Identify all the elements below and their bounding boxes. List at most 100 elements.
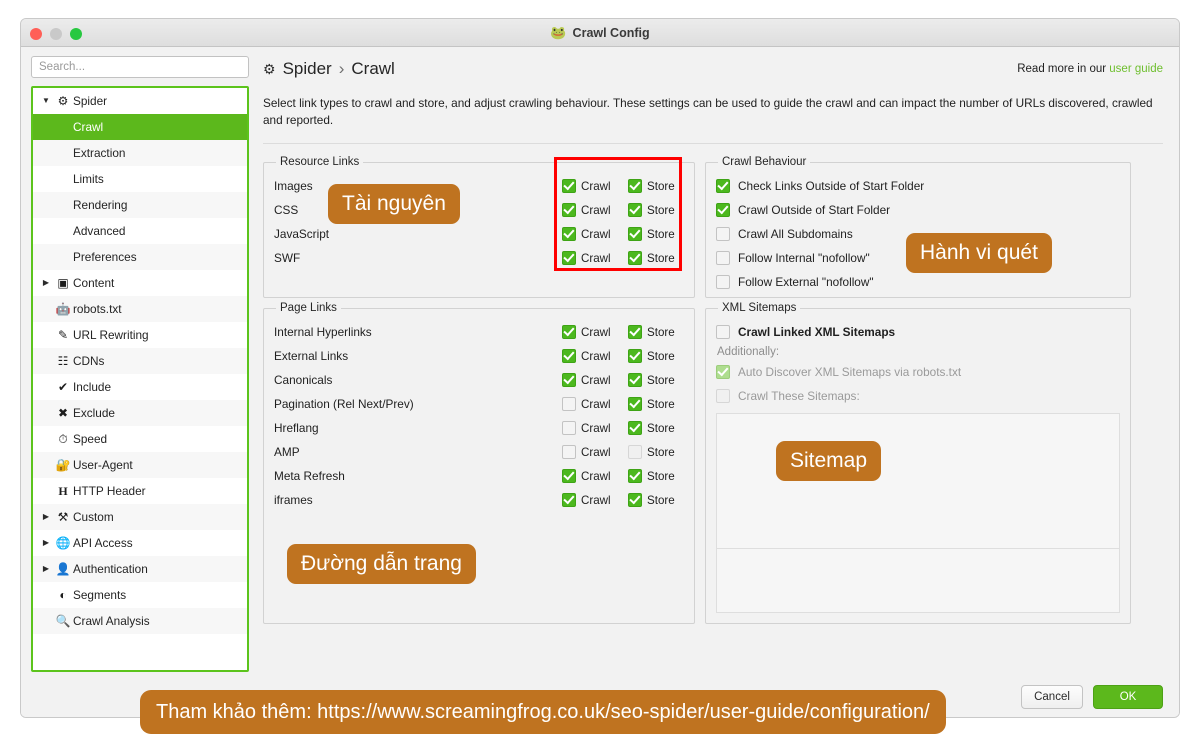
- checkbox-unchecked-icon[interactable]: [716, 227, 730, 241]
- sidebar-item-spider[interactable]: ▼ ⚙ Spider: [33, 88, 247, 114]
- checkbox-follow-external-nofollow[interactable]: Follow External "nofollow": [716, 270, 1120, 294]
- chevron-right-icon[interactable]: ▶: [39, 279, 53, 287]
- chevron-right-icon[interactable]: ▶: [39, 565, 53, 573]
- checkbox-checked-icon[interactable]: [562, 325, 576, 339]
- sidebar-tree[interactable]: ▼ ⚙ Spider Crawl Extraction Limits Rende…: [31, 86, 249, 672]
- search-input[interactable]: [31, 56, 249, 78]
- checkbox-crawl-outside-start-folder[interactable]: Crawl Outside of Start Folder: [716, 198, 1120, 222]
- checkbox-checked-icon[interactable]: [628, 251, 642, 265]
- minimize-button[interactable]: [50, 28, 62, 40]
- checkbox-unchecked-icon[interactable]: [716, 325, 730, 339]
- checkbox-checked-icon[interactable]: [628, 421, 642, 435]
- checkbox-checked-icon[interactable]: [562, 493, 576, 507]
- chevron-down-icon[interactable]: ▼: [39, 97, 53, 105]
- sidebar-item-crawl[interactable]: Crawl: [33, 114, 247, 140]
- sidebar-item-label: URL Rewriting: [73, 328, 149, 342]
- store-checkbox-swf[interactable]: Store: [628, 251, 684, 265]
- close-button[interactable]: [30, 28, 42, 40]
- sidebar-item-user-agent[interactable]: 🔐 User-Agent: [33, 452, 247, 478]
- checkbox-check-links-outside-start-folder[interactable]: Check Links Outside of Start Folder: [716, 174, 1120, 198]
- store-checkbox-images[interactable]: Store: [628, 179, 684, 193]
- sidebar-item-include[interactable]: ✔︎ Include: [33, 374, 247, 400]
- sidebar-item-crawl-analysis[interactable]: 🔍 Crawl Analysis: [33, 608, 247, 634]
- crawl-checkbox-amp[interactable]: Crawl: [562, 445, 618, 459]
- checkbox-checked-icon[interactable]: [562, 349, 576, 363]
- checkbox-checked-icon[interactable]: [562, 251, 576, 265]
- checkbox-unchecked-icon[interactable]: [562, 445, 576, 459]
- store-checkbox-hreflang[interactable]: Store: [628, 421, 684, 435]
- checkbox-checked-icon[interactable]: [562, 373, 576, 387]
- store-checkbox-css[interactable]: Store: [628, 203, 684, 217]
- chevron-right-icon[interactable]: ▶: [39, 539, 53, 547]
- user-guide-link[interactable]: user guide: [1109, 63, 1163, 75]
- sidebar-item-preferences[interactable]: Preferences: [33, 244, 247, 270]
- crawl-checkbox-external-links[interactable]: Crawl: [562, 349, 618, 363]
- crawl-checkbox-meta-refresh[interactable]: Crawl: [562, 469, 618, 483]
- crawl-checkbox-images[interactable]: Crawl: [562, 179, 618, 193]
- checkbox-checked-icon[interactable]: [628, 373, 642, 387]
- checkbox-crawl-linked-xml-sitemaps[interactable]: Crawl Linked XML Sitemaps: [716, 320, 1120, 344]
- sidebar-item-http-header[interactable]: H HTTP Header: [33, 478, 247, 504]
- checkbox-checked-icon[interactable]: [562, 179, 576, 193]
- checkbox-checked-icon[interactable]: [628, 469, 642, 483]
- store-checkbox-internal-hyperlinks[interactable]: Store: [628, 325, 684, 339]
- zoom-button[interactable]: [70, 28, 82, 40]
- sidebar-item-rendering[interactable]: Rendering: [33, 192, 247, 218]
- crawl-checkbox-swf[interactable]: Crawl: [562, 251, 618, 265]
- sidebar-item-limits[interactable]: Limits: [33, 166, 247, 192]
- sidebar-item-speed[interactable]: ⏱ Speed: [33, 426, 247, 452]
- sidebar-item-url-rewriting[interactable]: ✎ URL Rewriting: [33, 322, 247, 348]
- checkbox-unchecked-icon[interactable]: [628, 445, 642, 459]
- store-checkbox-javascript[interactable]: Store: [628, 227, 684, 241]
- store-checkbox-meta-refresh[interactable]: Store: [628, 469, 684, 483]
- crawl-checkbox-css[interactable]: Crawl: [562, 203, 618, 217]
- sidebar-item-custom[interactable]: ▶ ⚒ Custom: [33, 504, 247, 530]
- checkbox-auto-discover-xml-sitemaps[interactable]: Auto Discover XML Sitemaps via robots.tx…: [716, 360, 1120, 384]
- checkbox-checked-icon[interactable]: [562, 227, 576, 241]
- checkbox-checked-icon[interactable]: [628, 325, 642, 339]
- store-checkbox-pagination[interactable]: Store: [628, 397, 684, 411]
- crawl-checkbox-canonicals[interactable]: Crawl: [562, 373, 618, 387]
- sidebar-item-cdns[interactable]: ☷ CDNs: [33, 348, 247, 374]
- checkbox-crawl-these-sitemaps[interactable]: Crawl These Sitemaps:: [716, 384, 1120, 408]
- sidebar-item-api-access[interactable]: ▶ 🌐 API Access: [33, 530, 247, 556]
- crawl-checkbox-hreflang[interactable]: Crawl: [562, 421, 618, 435]
- store-checkbox-iframes[interactable]: Store: [628, 493, 684, 507]
- checkbox-checked-icon[interactable]: [562, 203, 576, 217]
- sidebar-item-content[interactable]: ▶ ▣ Content: [33, 270, 247, 296]
- checkbox-checked-icon[interactable]: [628, 203, 642, 217]
- crawl-checkbox-pagination[interactable]: Crawl: [562, 397, 618, 411]
- checkbox-checked-icon[interactable]: [628, 227, 642, 241]
- checkbox-checked-icon[interactable]: [628, 349, 642, 363]
- checkbox-checked-icon[interactable]: [628, 397, 642, 411]
- sidebar-item-exclude[interactable]: ✖ Exclude: [33, 400, 247, 426]
- checkbox-unchecked-icon[interactable]: [562, 397, 576, 411]
- checkbox-checked-icon[interactable]: [562, 469, 576, 483]
- store-checkbox-canonicals[interactable]: Store: [628, 373, 684, 387]
- checkbox-checked-icon[interactable]: [716, 179, 730, 193]
- cancel-button[interactable]: Cancel: [1021, 685, 1083, 709]
- window-controls[interactable]: [30, 28, 82, 40]
- breadcrumb-root[interactable]: Spider: [283, 59, 332, 79]
- crawl-checkbox-iframes[interactable]: Crawl: [562, 493, 618, 507]
- checkbox-unchecked-icon[interactable]: [716, 275, 730, 289]
- sidebar-item-segments[interactable]: ◐ Segments: [33, 582, 247, 608]
- sidebar-item-advanced[interactable]: Advanced: [33, 218, 247, 244]
- checkbox-checked-icon[interactable]: [628, 179, 642, 193]
- checkbox-unchecked-icon[interactable]: [562, 421, 576, 435]
- store-checkbox-amp[interactable]: Store: [628, 445, 684, 459]
- crawl-checkbox-javascript[interactable]: Crawl: [562, 227, 618, 241]
- crawl-checkbox-internal-hyperlinks[interactable]: Crawl: [562, 325, 618, 339]
- checkbox-unchecked-icon[interactable]: [716, 251, 730, 265]
- chevron-right-icon[interactable]: ▶: [39, 513, 53, 521]
- ok-button[interactable]: OK: [1093, 685, 1163, 709]
- sidebar-item-robots-txt[interactable]: 🤖 robots.txt: [33, 296, 247, 322]
- checkbox-checked-icon[interactable]: [628, 493, 642, 507]
- sitemap-list[interactable]: [716, 413, 1120, 613]
- checkbox-checked-icon[interactable]: [716, 203, 730, 217]
- checkbox-unchecked-icon[interactable]: [716, 389, 730, 403]
- sidebar-item-extraction[interactable]: Extraction: [33, 140, 247, 166]
- sidebar-item-authentication[interactable]: ▶ 👤 Authentication: [33, 556, 247, 582]
- store-checkbox-external-links[interactable]: Store: [628, 349, 684, 363]
- checkbox-checked-icon[interactable]: [716, 365, 730, 379]
